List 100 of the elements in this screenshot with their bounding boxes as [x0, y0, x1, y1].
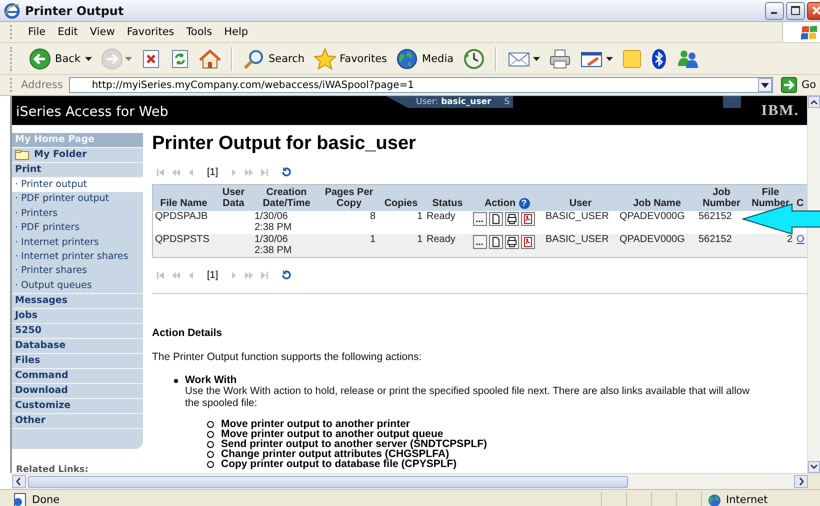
- more-button[interactable]: ...: [472, 212, 486, 226]
- pdf-icon[interactable]: [520, 235, 534, 249]
- table-cell: BASIC_USER: [544, 211, 618, 234]
- logo: IBM.: [761, 103, 800, 121]
- refresh-icon[interactable]: [280, 167, 292, 177]
- menu-item[interactable]: Tools: [181, 25, 218, 39]
- menu-item[interactable]: View: [84, 25, 120, 39]
- table-cell: Ready: [424, 234, 470, 258]
- favorites-button[interactable]: Favorites: [310, 46, 390, 72]
- circle-bullet-icon: [207, 420, 214, 428]
- sidebar-item[interactable]: 5250: [12, 324, 143, 340]
- scroll-down-icon[interactable]: [808, 461, 820, 473]
- maximize-icon[interactable]: [791, 6, 800, 15]
- sidebar-link[interactable]: · Internet printers: [12, 236, 143, 250]
- go-button[interactable]: Go: [779, 77, 818, 93]
- people-icon[interactable]: [676, 48, 700, 70]
- document-icon[interactable]: [488, 235, 502, 249]
- bluetooth-icon[interactable]: [650, 48, 667, 70]
- more-button[interactable]: ...: [472, 235, 486, 249]
- go-arrow-icon: [781, 77, 798, 93]
- column-header: File Number: [746, 184, 794, 211]
- status-text: Done: [32, 494, 60, 506]
- option-text: Move printer output to another printer: [221, 419, 410, 429]
- column-header: Pages Per Copy: [320, 184, 378, 211]
- table-cell: 1: [378, 234, 424, 258]
- sidebar-link[interactable]: · Printer output: [12, 178, 143, 192]
- column-header: User: [544, 184, 618, 211]
- sidebar-link[interactable]: · Printer shares: [12, 264, 143, 279]
- table-cell: QPDSPSTS: [152, 234, 214, 258]
- column-header: Creation Date/Time: [252, 184, 320, 211]
- sidebar-item[interactable]: Jobs: [12, 309, 143, 324]
- option-text: Copy printer output to database file (CPYSPLF): [221, 459, 457, 469]
- close-icon[interactable]: [812, 6, 820, 15]
- scroll-right-icon[interactable]: [794, 475, 808, 488]
- table-cell: 2: [746, 234, 794, 258]
- menu-item[interactable]: Edit: [52, 25, 83, 39]
- flag-icon: [800, 24, 818, 40]
- sidebar-link[interactable]: · Internet printer shares: [12, 250, 143, 264]
- circle-bullet-icon: [207, 450, 214, 458]
- printer-icon[interactable]: [548, 48, 571, 68]
- sidebar-item[interactable]: Messages: [12, 294, 143, 310]
- column-header: Status: [424, 184, 470, 211]
- media-button[interactable]: Media: [393, 46, 457, 72]
- column-header: Copies: [378, 184, 424, 211]
- column-header: Action ?: [470, 184, 544, 211]
- column-header: File Name: [152, 184, 214, 211]
- sidebar-item[interactable]: Download: [12, 384, 143, 400]
- refresh-icon[interactable]: [170, 48, 190, 68]
- sidebar-item[interactable]: Other: [12, 414, 143, 430]
- printer-document-icon[interactable]: [504, 212, 518, 226]
- back-button[interactable]: Back: [26, 46, 94, 72]
- address-field[interactable]: http://myiSeries.myCompany.com/webaccess/iWASpool?page=1: [68, 77, 774, 93]
- search-icon: [242, 48, 264, 70]
- home-icon[interactable]: [198, 48, 220, 68]
- sidebar-item[interactable]: Database: [12, 339, 143, 354]
- menu-item[interactable]: Help: [219, 25, 254, 39]
- sidebar-link[interactable]: · Output queues: [12, 278, 143, 294]
- sidebar-item[interactable]: Customize: [12, 399, 143, 414]
- folder-icon: [15, 150, 29, 160]
- sidebar-item[interactable]: Command: [12, 369, 143, 384]
- option-text: Change printer output attributes (CHGSPLFA): [221, 449, 450, 459]
- sidebar-link[interactable]: · Printers: [12, 206, 143, 222]
- menu-item[interactable]: File: [23, 25, 51, 39]
- sidebar-item[interactable]: Files: [12, 354, 143, 370]
- window-title: Printer Output: [25, 4, 125, 18]
- table-cell: QPDSPAJB: [152, 211, 214, 234]
- sidebar-link[interactable]: · PDF printer output: [12, 192, 143, 207]
- table-cell: 8: [320, 211, 378, 234]
- related-links-label: Related Links:: [15, 465, 90, 473]
- browser-icon: [4, 2, 20, 18]
- help-button[interactable]: ?: [518, 198, 530, 209]
- clock-icon[interactable]: [462, 48, 485, 70]
- document-icon[interactable]: [488, 212, 502, 226]
- minimize-button[interactable]: [765, 2, 784, 20]
- search-button[interactable]: Search: [240, 46, 308, 72]
- printer-document-icon[interactable]: [504, 235, 518, 249]
- section-heading: Action Details: [152, 327, 224, 339]
- pdf-icon[interactable]: [520, 212, 534, 226]
- scroll-up-icon[interactable]: [808, 96, 820, 108]
- page-number: [1]: [207, 270, 218, 280]
- column-header: Job Name: [618, 184, 696, 211]
- sidebar-link[interactable]: · PDF printers: [12, 221, 143, 236]
- sidebar-item[interactable]: My Folder: [12, 148, 143, 163]
- menu-item[interactable]: Favorites: [122, 25, 180, 39]
- stop-icon[interactable]: [140, 48, 160, 68]
- scroll-left-icon[interactable]: [12, 475, 26, 488]
- table-cell: 1/30/06 2:38 PM: [252, 234, 320, 258]
- maximize-button[interactable]: [786, 2, 805, 20]
- option-text: Send printer output to another server (SNDTCPSPLF): [221, 439, 488, 449]
- circle-bullet-icon: [207, 440, 214, 448]
- table-cell: Ready: [424, 211, 470, 234]
- refresh-icon[interactable]: [280, 270, 292, 280]
- caret-icon[interactable]: [84, 56, 92, 60]
- tab-label: S: [504, 97, 510, 107]
- scrollbar-thumb[interactable]: [28, 476, 628, 488]
- action-title: Work With: [185, 374, 238, 386]
- caret-icon[interactable]: [532, 56, 540, 60]
- caret-icon[interactable]: [606, 56, 613, 60]
- dropdown-icon[interactable]: [761, 82, 770, 88]
- product-name: iSeries Access for Web: [15, 104, 170, 122]
